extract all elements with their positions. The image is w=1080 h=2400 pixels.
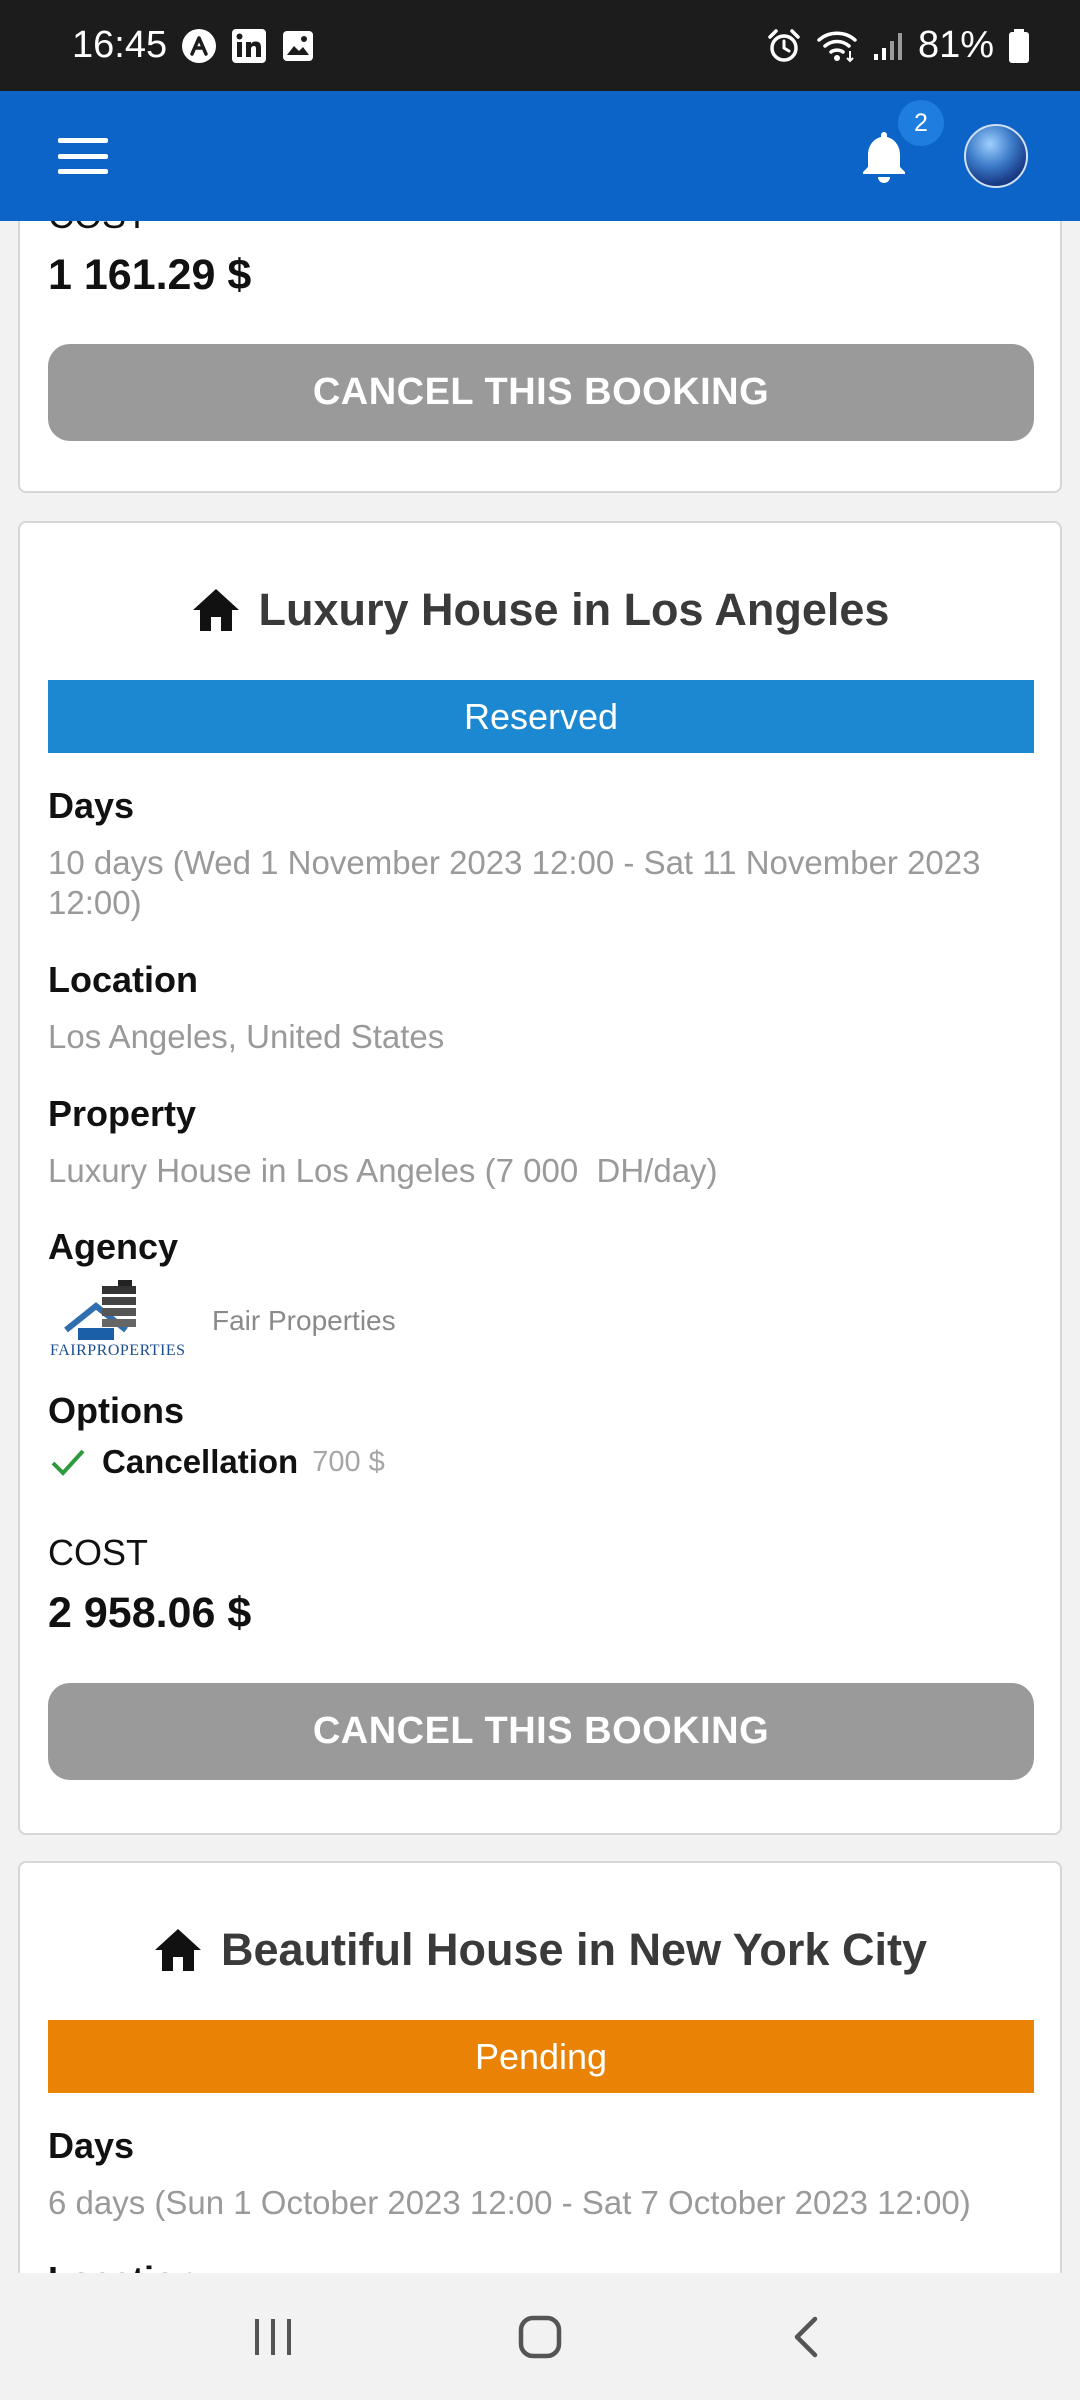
home-icon [155, 1929, 202, 1971]
signal-icon [872, 30, 904, 62]
agency-name[interactable]: Fair Properties [212, 1305, 396, 1337]
avatar[interactable] [964, 124, 1028, 188]
booking-title-text: Luxury House in Los Angeles [258, 584, 890, 635]
gallery-icon [281, 29, 315, 63]
cancel-booking-button[interactable]: CANCEL THIS BOOKING [48, 344, 1034, 441]
back-icon[interactable] [767, 2297, 847, 2377]
check-icon [51, 1449, 85, 1476]
days-value: 10 days (Wed 1 November 2023 12:00 - Sat… [48, 844, 981, 921]
property-value: Luxury House in Los Angeles (7 000 DH/da… [48, 1152, 718, 1189]
booking-card: Beautiful House in New York City Pending… [18, 1861, 1062, 2273]
location-label: Location [48, 2259, 198, 2273]
system-status-bar: 16:45 81% [0, 0, 1080, 91]
agency-row[interactable]: FAIRPROPERTIES Fair Properties [48, 1278, 396, 1364]
app-header: 2 [0, 91, 1080, 221]
alarm-icon [766, 28, 802, 64]
cost-label: COST [48, 221, 148, 237]
location-value: Los Angeles, United States [48, 1018, 445, 1055]
location-label: Location [48, 959, 198, 1000]
wifi-icon [816, 29, 858, 63]
notifications-button[interactable]: 2 [854, 100, 944, 186]
days-value: 6 days (Sun 1 October 2023 12:00 - Sat 7… [48, 2184, 971, 2221]
option-item: Cancellation 700 $ [48, 1443, 385, 1481]
status-badge: Reserved [48, 680, 1034, 753]
booking-title: Luxury House in Los Angeles [20, 575, 1060, 645]
cost-label: COST [48, 1532, 149, 1573]
cost-value: 2 958.06 $ [48, 1589, 252, 1637]
battery-icon [1008, 28, 1030, 64]
status-badge: Pending [48, 2020, 1034, 2093]
booking-card: COST 1 161.29 $ CANCEL THIS BOOKING [18, 221, 1062, 493]
system-navigation-bar [0, 2273, 1080, 2400]
options-label: Options [48, 1390, 184, 1431]
hamburger-icon[interactable] [58, 138, 108, 174]
cancel-booking-button[interactable]: CANCEL THIS BOOKING [48, 1683, 1034, 1780]
option-price: 700 $ [312, 1445, 385, 1478]
app-notification-icon [181, 28, 217, 64]
home-icon [192, 589, 239, 631]
agency-logo: FAIRPROPERTIES [48, 1278, 188, 1364]
nav-home-icon[interactable] [500, 2297, 580, 2377]
cost-value: 1 161.29 $ [48, 251, 252, 299]
days-label: Days [48, 2125, 135, 2166]
battery-percent: 81% [917, 24, 994, 66]
linkedin-icon [231, 28, 267, 64]
booking-title-text: Beautiful House in New York City [221, 1924, 927, 1975]
agency-logo-text: FAIRPROPERTIES [50, 1342, 186, 1359]
recent-apps-icon[interactable] [233, 2297, 313, 2377]
bookings-list[interactable]: COST 1 161.29 $ CANCEL THIS BOOKING Luxu… [0, 221, 1080, 2273]
booking-title: Beautiful House in New York City [20, 1915, 1060, 1985]
notification-count-badge: 2 [898, 100, 944, 146]
days-label: Days [48, 785, 135, 826]
booking-card: Luxury House in Los Angeles Reserved Day… [18, 521, 1062, 1835]
clock: 16:45 [72, 24, 168, 66]
agency-label: Agency [48, 1226, 179, 1267]
property-label: Property [48, 1093, 197, 1134]
option-name: Cancellation [102, 1443, 299, 1480]
